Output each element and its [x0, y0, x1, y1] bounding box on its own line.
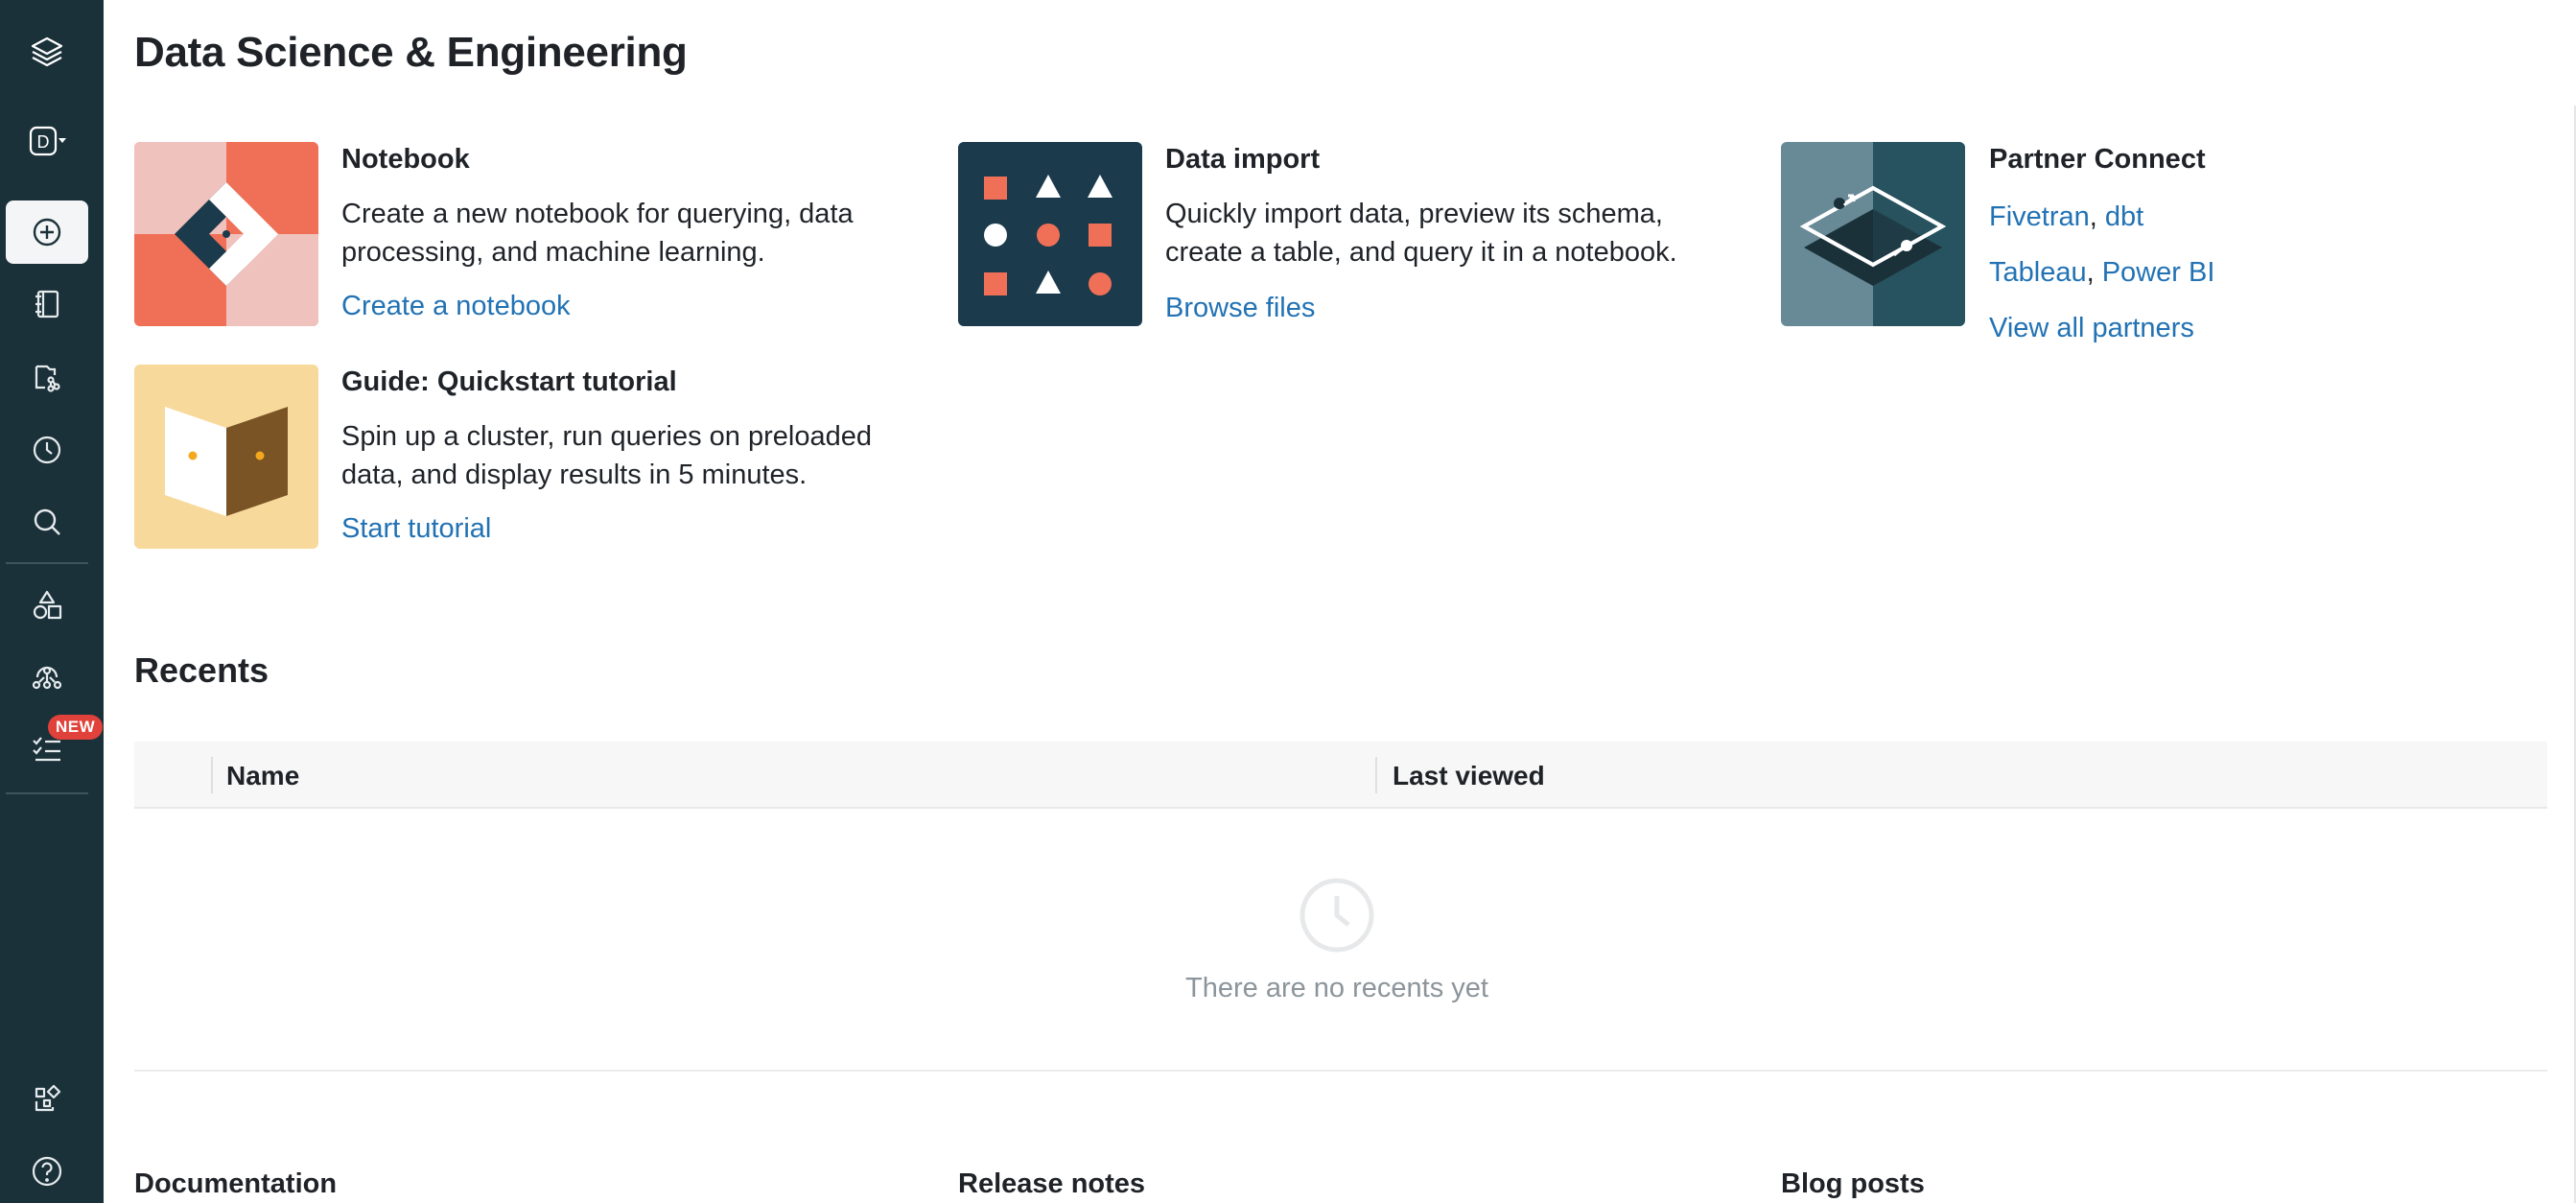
column-separator	[1375, 757, 1377, 793]
persona-letter: D	[37, 132, 50, 152]
last-viewed-column-header[interactable]: Last viewed	[1393, 761, 1545, 791]
recents-table-header: Name Last viewed	[134, 742, 2547, 809]
layers-logo-icon[interactable]	[6, 21, 88, 84]
compute-cluster-icon[interactable]	[6, 646, 88, 709]
quickstart-card-title: Guide: Quickstart tutorial	[341, 366, 677, 397]
main-content: Data Science & Engineering Notebook Crea…	[104, 0, 2576, 1203]
recents-title: Recents	[134, 650, 269, 690]
create-plus-icon[interactable]	[6, 200, 88, 264]
search-icon[interactable]	[6, 490, 88, 554]
workspace-notebook-icon[interactable]	[6, 272, 88, 336]
data-import-card-description: Quickly import data, preview its schema,…	[1165, 199, 1677, 268]
marketplace-icon[interactable]	[6, 1068, 88, 1131]
page-title: Data Science & Engineering	[134, 29, 688, 76]
data-shapes-icon[interactable]	[6, 574, 88, 637]
sidebar-divider	[6, 562, 88, 564]
partner-separator: ,	[2086, 257, 2095, 288]
create-notebook-link[interactable]: Create a notebook	[341, 291, 571, 322]
view-all-partners-link[interactable]: View all partners	[1989, 313, 2194, 344]
release-notes-heading: Release notes	[958, 1168, 1146, 1199]
new-badge: NEW	[48, 715, 104, 740]
name-column-header[interactable]: Name	[226, 761, 299, 791]
divider	[134, 1070, 2547, 1072]
partner-links-row-1: Fivetran, dbt	[1989, 201, 2143, 233]
browse-files-link[interactable]: Browse files	[1165, 293, 1315, 324]
dbt-link[interactable]: dbt	[2105, 201, 2143, 232]
notebook-card-description: Create a new notebook for querying, data…	[341, 199, 854, 268]
repos-icon[interactable]	[6, 345, 88, 409]
empty-state-text: There are no recents yet	[1185, 973, 1488, 1003]
partner-separator: ,	[2089, 201, 2097, 232]
recents-clock-icon[interactable]	[6, 418, 88, 482]
notebook-card-title: Notebook	[341, 144, 470, 175]
column-separator	[211, 757, 213, 793]
persona-switcher-icon: D	[29, 126, 66, 156]
sidebar: D NEW	[0, 0, 104, 1203]
fivetran-link[interactable]: Fivetran	[1989, 201, 2090, 232]
notebook-illustration	[134, 142, 318, 326]
quickstart-card-description: Spin up a cluster, run queries on preloa…	[341, 421, 872, 490]
partner-connect-card-title: Partner Connect	[1989, 144, 2206, 175]
blog-posts-heading: Blog posts	[1781, 1168, 1925, 1199]
help-icon[interactable]	[6, 1140, 88, 1203]
partner-links-row-2: Tableau, Power BI	[1989, 257, 2214, 289]
persona-switcher[interactable]: D	[6, 109, 88, 173]
power-bi-link[interactable]: Power BI	[2102, 257, 2215, 288]
sidebar-divider	[6, 792, 88, 794]
quickstart-illustration	[134, 365, 318, 549]
documentation-heading: Documentation	[134, 1168, 338, 1199]
data-import-card-title: Data import	[1165, 144, 1321, 175]
empty-state-clock-icon	[1299, 877, 1375, 954]
partner-connect-illustration	[1781, 142, 1965, 326]
data-import-illustration	[958, 142, 1142, 326]
start-tutorial-link[interactable]: Start tutorial	[341, 513, 491, 545]
tableau-link[interactable]: Tableau	[1989, 257, 2087, 288]
